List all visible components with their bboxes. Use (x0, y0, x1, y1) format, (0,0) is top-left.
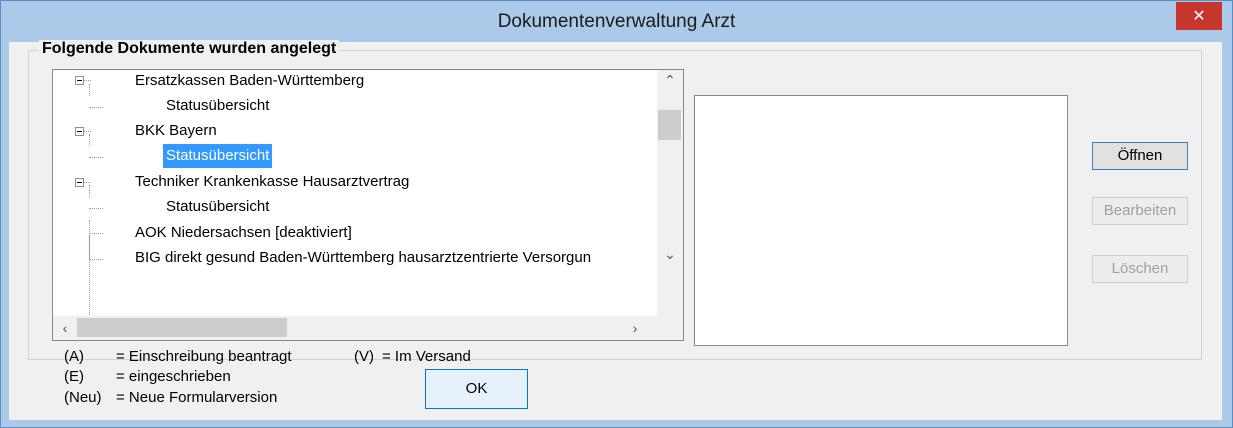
chevron-up-icon[interactable]: ⌃ (660, 70, 680, 90)
tree-connector (89, 220, 90, 260)
chevron-left-icon[interactable]: ‹ (55, 318, 75, 338)
tree-expander-collapse-icon[interactable] (75, 127, 84, 136)
open-button[interactable]: Öffnen (1092, 142, 1188, 170)
vertical-scroll-thumb[interactable] (658, 110, 681, 140)
close-button[interactable]: ✕ (1176, 2, 1222, 30)
tree-node-label: AOK Niedersachsen [deaktiviert] (135, 224, 352, 241)
legend-e-text: = eingeschrieben (116, 368, 231, 385)
tree-connector (83, 80, 91, 81)
document-preview-pane[interactable] (694, 95, 1068, 346)
horizontal-scrollbar[interactable]: ‹ › (53, 316, 657, 340)
chevron-down-icon[interactable]: ⌄ (660, 244, 680, 264)
legend-neu-key: (Neu) (64, 389, 102, 406)
scrollbar-corner (657, 316, 683, 340)
legend-v-key: (V) (354, 348, 374, 365)
vertical-scrollbar[interactable]: ⌃ ⌄ (657, 70, 683, 316)
tree-expander-collapse-icon[interactable] (75, 178, 84, 187)
tree-node-label: Ersatzkassen Baden-Württemberg (135, 72, 365, 89)
tree-node-label: Statusübersicht (166, 198, 270, 215)
tree-connector (89, 208, 103, 209)
legend-a-key: (A) (64, 348, 84, 365)
window-title: Dokumentenverwaltung Arzt (497, 11, 736, 32)
chevron-right-icon[interactable]: › (625, 318, 645, 338)
legend-a-text: = Einschreibung beantragt (116, 348, 292, 365)
horizontal-scroll-thumb[interactable] (77, 318, 287, 337)
tree-connector (89, 134, 90, 146)
tree-connector (83, 131, 91, 132)
legend-e-key: (E) (64, 368, 84, 385)
tree-connector (89, 107, 103, 108)
delete-button[interactable]: Löschen (1092, 255, 1188, 283)
legend-v-text: = Im Versand (382, 348, 471, 365)
document-tree[interactable]: Ersatzkassen Baden-Württemberg Statusübe… (52, 69, 684, 341)
tree-connector (89, 185, 90, 197)
tree-connector (83, 182, 91, 183)
tree-expander-collapse-icon[interactable] (75, 76, 84, 85)
legend-neu-text: = Neue Formularversion (116, 389, 278, 406)
tree-node-label: Statusübersicht (163, 144, 273, 168)
tree-connector (89, 259, 103, 260)
tree-node-label: BKK Bayern (135, 122, 217, 139)
tree-connector (89, 233, 103, 234)
ok-button[interactable]: OK (425, 369, 528, 409)
title-bar[interactable]: Dokumentenverwaltung Arzt ✕ (1, 1, 1232, 43)
tree-connector (89, 157, 103, 158)
tree-node-label: Statusübersicht (166, 97, 270, 114)
tree-connector (89, 84, 90, 96)
close-icon: ✕ (1192, 8, 1206, 25)
edit-button[interactable]: Bearbeiten (1092, 197, 1188, 225)
tree-node-label: BIG direkt gesund Baden-Württemberg haus… (135, 249, 592, 266)
tree-node-label: Techniker Krankenkasse Hausarztvertrag (135, 173, 410, 190)
groupbox-label: Folgende Dokumente wurden angelegt (39, 40, 340, 58)
